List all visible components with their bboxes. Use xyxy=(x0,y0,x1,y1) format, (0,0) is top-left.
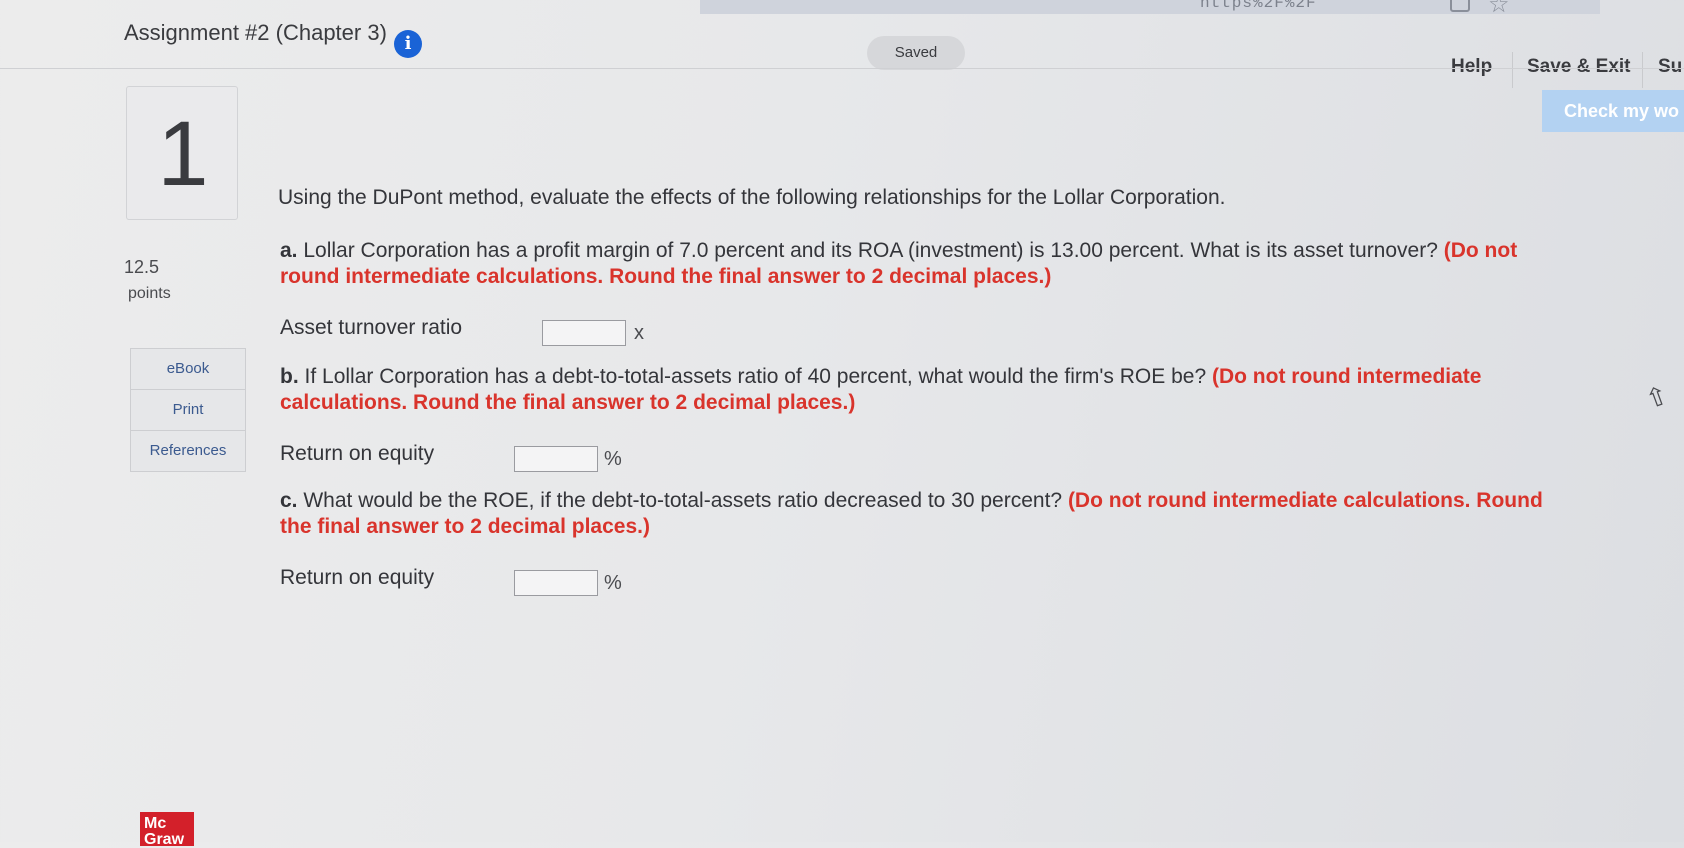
question-tools: eBook Print References xyxy=(130,348,246,472)
saved-status-badge: Saved xyxy=(867,36,965,70)
roe-input-b[interactable] xyxy=(514,446,598,472)
submit-link[interactable]: Su xyxy=(1658,56,1682,78)
top-bar: https%2F%2F ☆ Assignment #2 (Chapter 3) … xyxy=(0,0,1684,88)
help-link[interactable]: Help xyxy=(1451,56,1492,78)
part-c-answer-label: Return on equity xyxy=(280,566,435,589)
nav-divider xyxy=(1642,52,1643,88)
part-letter: c. xyxy=(280,489,298,512)
mcgraw-hill-logo: Mc Graw xyxy=(140,812,194,848)
part-text: If Lollar Corporation has a debt-to-tota… xyxy=(298,365,1212,388)
part-b-answer-label: Return on equity xyxy=(280,442,435,465)
assignment-title: Assignment #2 (Chapter 3) xyxy=(124,20,387,45)
asset-turnover-input[interactable] xyxy=(542,320,626,346)
points-label: points xyxy=(128,285,171,302)
part-a-answer-label: Asset turnover ratio xyxy=(280,316,463,339)
unit-label: % xyxy=(604,572,622,594)
part-c-prompt: c. What would be the ROE, if the debt-to… xyxy=(280,488,1550,540)
save-exit-link[interactable]: Save & Exit xyxy=(1527,56,1631,78)
references-link[interactable]: References xyxy=(131,431,245,472)
bookmark-star-icon[interactable]: ☆ xyxy=(1488,0,1510,19)
unit-label: x xyxy=(634,322,644,344)
mouse-cursor-icon: ⇧ xyxy=(1641,379,1673,415)
roe-input-c[interactable] xyxy=(514,570,598,596)
part-letter: a. xyxy=(280,239,298,262)
question-number: 1 xyxy=(157,103,209,205)
part-text: What would be the ROE, if the debt-to-to… xyxy=(297,489,1068,512)
header-divider xyxy=(0,68,1684,69)
question-number-box: 1 xyxy=(126,86,238,220)
check-my-work-button[interactable]: Check my wo xyxy=(1542,90,1684,132)
part-a-prompt: a. Lollar Corporation has a profit margi… xyxy=(280,238,1550,290)
reader-icon[interactable] xyxy=(1450,0,1470,12)
print-link[interactable]: Print xyxy=(131,390,245,431)
part-text: Lollar Corporation has a profit margin o… xyxy=(297,239,1444,262)
url-fragment: https%2F%2F xyxy=(1200,0,1317,12)
question-intro: Using the DuPont method, evaluate the ef… xyxy=(278,186,1226,209)
points-value: 12.5 xyxy=(124,257,160,277)
ebook-link[interactable]: eBook xyxy=(131,348,245,390)
unit-label: % xyxy=(604,448,622,470)
part-letter: b. xyxy=(280,365,299,388)
part-b-prompt: b. If Lollar Corporation has a debt-to-t… xyxy=(280,364,1550,416)
nav-divider xyxy=(1512,52,1513,88)
info-icon[interactable]: i xyxy=(394,30,422,58)
